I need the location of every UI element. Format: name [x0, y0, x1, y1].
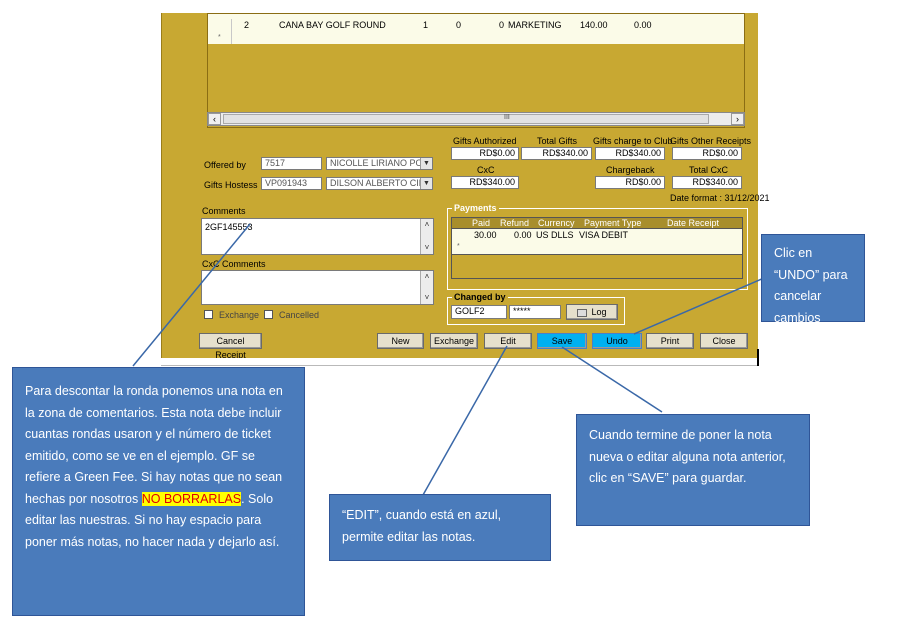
- gifts-hostess-label: Gifts Hostess: [204, 180, 258, 190]
- payment-type: VISA DEBIT: [579, 230, 629, 240]
- save-button[interactable]: Save: [537, 333, 587, 349]
- table-row[interactable]: 2 CANA BAY GOLF ROUND 1 0 0 MARKETING 14…: [208, 19, 744, 33]
- comments-callout-text-1: Para descontar la ronda ponemos una nota…: [25, 384, 283, 506]
- cxc-comments-textarea[interactable]: ˄ ˅: [201, 270, 434, 305]
- save-callout: Cuando termine de poner la nota nueva o …: [576, 414, 810, 526]
- connector-edit: [422, 345, 508, 496]
- column-header-paid: Paid: [472, 218, 491, 228]
- grid-horizontal-scrollbar[interactable]: ‹ III ›: [207, 112, 745, 126]
- column-header-payment-type: Payment Type: [584, 218, 642, 228]
- print-button[interactable]: Print: [646, 333, 694, 349]
- grid-cell-department: MARKETING: [508, 20, 562, 30]
- gifts-authorized-label: Gifts Authorized: [453, 136, 517, 146]
- table-row-new[interactable]: *: [208, 33, 744, 44]
- no-borrarlas-highlight: NO BORRARLAS: [141, 491, 242, 506]
- column-header-date-receipt: Date Receipt: [667, 218, 720, 228]
- gifts-hostess-code-field[interactable]: VP091943: [261, 177, 322, 190]
- chevron-down-icon[interactable]: ▼: [420, 178, 432, 189]
- payments-group-title: Payments: [452, 203, 499, 213]
- scroll-right-icon[interactable]: ›: [731, 113, 744, 125]
- scroll-grip-icon: III: [504, 114, 510, 121]
- total-cxc-label: Total CxC: [689, 165, 729, 175]
- gifts-hostess-name-value: DILSON ALBERTO CID: [330, 178, 426, 188]
- payments-grid[interactable]: Paid Refund Currency Payment Type Date R…: [451, 217, 743, 279]
- changed-by-password-field[interactable]: *****: [509, 305, 561, 319]
- offered-by-name-select[interactable]: NICOLLE LIRIANO PO ▼: [326, 157, 433, 170]
- edit-callout: “EDIT”, cuando está en azul, permite edi…: [329, 494, 551, 561]
- comments-scrollbar[interactable]: ˄ ˅: [420, 219, 433, 254]
- chargeback-label: Chargeback: [606, 165, 655, 175]
- grid-cell-description: CANA BAY GOLF ROUND: [279, 20, 386, 30]
- changed-by-user-field[interactable]: GOLF2: [451, 305, 507, 319]
- payment-refund: 0.00: [514, 230, 532, 240]
- grid-cell-amount: 140.00: [580, 20, 608, 30]
- comments-callout: Para descontar la ronda ponemos una nota…: [12, 367, 305, 616]
- gifts-other-label: Gifts Other Receipts: [670, 136, 752, 146]
- close-button[interactable]: Close: [700, 333, 748, 349]
- cancelled-checkbox-label: Cancelled: [279, 310, 320, 320]
- grid-cell-b: 0: [499, 20, 505, 30]
- offered-by-code-field[interactable]: 7517: [261, 157, 322, 170]
- total-gifts-label: Total Gifts: [537, 136, 578, 146]
- cancelled-checkbox[interactable]: [264, 310, 273, 319]
- cancel-receipt-button[interactable]: Cancel Receipt: [199, 333, 262, 360]
- gifts-charge-field[interactable]: RD$340.00: [595, 147, 665, 160]
- exchange-checkbox[interactable]: [204, 310, 213, 319]
- column-header-refund: Refund: [500, 218, 530, 228]
- cxc-label: CxC: [477, 165, 495, 175]
- total-cxc-field[interactable]: RD$340.00: [672, 176, 742, 189]
- payments-row[interactable]: 30.00 0.00 US DLLS VISA DEBIT: [452, 229, 742, 242]
- gifts-hostess-name-select[interactable]: DILSON ALBERTO CID ▼: [326, 177, 433, 190]
- scroll-up-icon[interactable]: ˄: [421, 271, 433, 283]
- scroll-left-icon[interactable]: ‹: [208, 113, 221, 125]
- total-gifts-field[interactable]: RD$340.00: [521, 147, 592, 160]
- grid-cell-discount: 0.00: [634, 20, 652, 30]
- changed-by-title: Changed by: [452, 292, 508, 302]
- row-selector[interactable]: [208, 19, 232, 33]
- exchange-checkbox-label: Exchange: [219, 310, 260, 320]
- receipt-window: 2 CANA BAY GOLF ROUND 1 0 0 MARKETING 14…: [161, 13, 770, 360]
- cxc-comments-scrollbar[interactable]: ˄ ˅: [420, 271, 433, 304]
- gifts-grid[interactable]: 2 CANA BAY GOLF ROUND 1 0 0 MARKETING 14…: [207, 13, 745, 128]
- column-header-currency: Currency: [538, 218, 575, 228]
- chevron-down-icon[interactable]: ▼: [420, 158, 432, 169]
- grid-cell-line: 2: [244, 20, 250, 30]
- new-row-icon: *: [457, 243, 460, 250]
- payment-currency: US DLLS: [536, 230, 574, 240]
- grid-cell-a: 0: [456, 20, 462, 30]
- gifts-authorized-field[interactable]: RD$0.00: [451, 147, 519, 160]
- scroll-up-icon[interactable]: ˄: [421, 219, 433, 231]
- log-button-label: Log: [591, 307, 607, 317]
- undo-callout: Clic en “UNDO” para cancelar cambios: [761, 234, 865, 325]
- new-button[interactable]: New: [377, 333, 424, 349]
- row-selector[interactable]: *: [208, 33, 232, 44]
- payments-row-new[interactable]: *: [452, 242, 742, 255]
- undo-button[interactable]: Undo: [592, 333, 642, 349]
- gifts-charge-label: Gifts charge to Club: [593, 136, 673, 146]
- gifts-other-field[interactable]: RD$0.00: [672, 147, 742, 160]
- scroll-thumb[interactable]: [223, 114, 709, 124]
- offered-by-label: Offered by: [204, 160, 246, 170]
- log-icon: [577, 308, 588, 317]
- cxc-field[interactable]: RD$340.00: [451, 176, 519, 189]
- log-button[interactable]: Log: [566, 304, 618, 320]
- date-format-label: Date format : 31/12/2021: [670, 193, 770, 203]
- chargeback-field[interactable]: RD$0.00: [595, 176, 665, 189]
- window-edge-divider: [757, 349, 759, 366]
- scroll-down-icon[interactable]: ˅: [421, 292, 433, 304]
- comments-textarea[interactable]: 2GF145553 ˄ ˅: [201, 218, 434, 255]
- payments-header: Paid Refund Currency Payment Type Date R…: [452, 218, 742, 229]
- scroll-down-icon[interactable]: ˅: [421, 242, 433, 254]
- payment-paid: 30.00: [474, 230, 497, 240]
- offered-by-name-value: NICOLLE LIRIANO PO: [330, 158, 423, 168]
- comments-text: 2GF145553: [205, 222, 253, 232]
- grid-cell-qty: 1: [423, 20, 429, 30]
- exchange-button[interactable]: Exchange: [430, 333, 478, 349]
- comments-label: Comments: [202, 206, 246, 216]
- edit-button[interactable]: Edit: [484, 333, 532, 349]
- cxc-comments-label: CxC Comments: [202, 259, 266, 269]
- window-bottom-edge: [161, 358, 758, 366]
